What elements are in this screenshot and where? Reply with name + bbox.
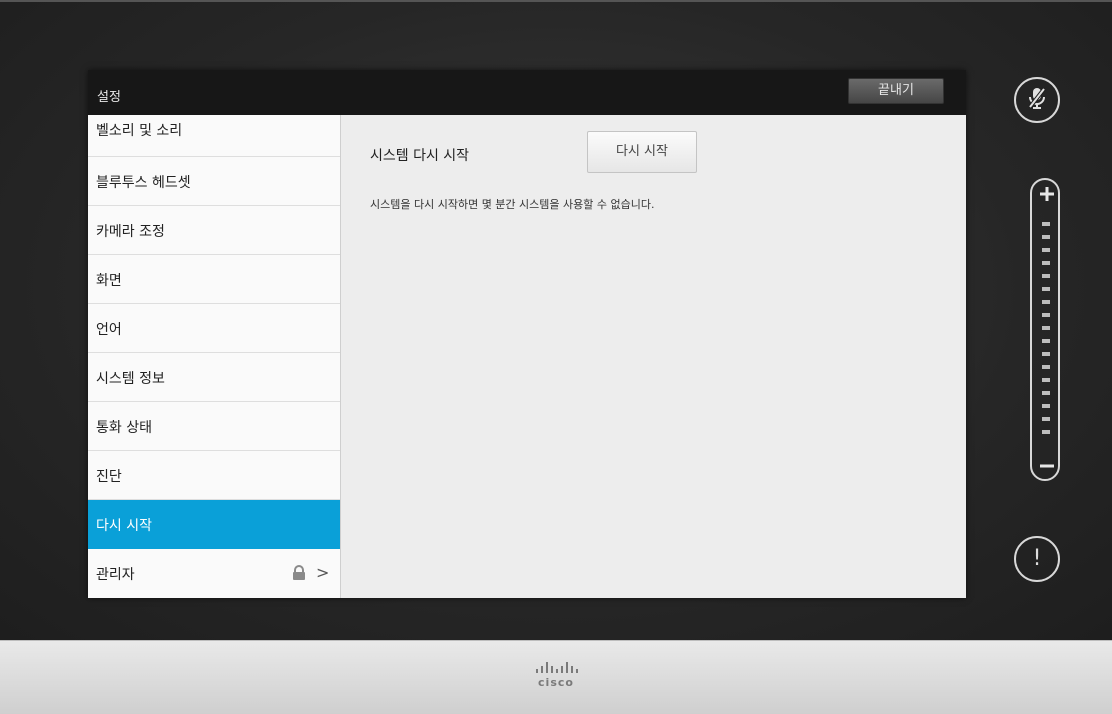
settings-panel: 설정 끝내기 벨소리 및 소리 블루투스 헤드셋 카메라 조정 화면 언어 시스…	[88, 70, 966, 598]
top-divider	[0, 0, 1112, 2]
chevron-right-icon: >	[316, 563, 330, 582]
minus-icon[interactable]	[1040, 458, 1054, 472]
sidebar-item-restart[interactable]: 다시 시작	[88, 500, 340, 549]
restart-setting-label: 시스템 다시 시작	[370, 148, 470, 164]
sidebar-item-language[interactable]: 언어	[88, 304, 340, 353]
lock-icon	[291, 565, 307, 585]
restart-button[interactable]: 다시 시작	[587, 131, 697, 173]
sidebar: 벨소리 및 소리 블루투스 헤드셋 카메라 조정 화면 언어 시스템 정보 통화…	[88, 115, 341, 598]
plus-icon[interactable]	[1040, 186, 1054, 201]
cisco-logo: cisco	[526, 661, 586, 701]
sidebar-item-label: 시스템 정보	[96, 371, 165, 387]
sidebar-item-system-info[interactable]: 시스템 정보	[88, 353, 340, 402]
cisco-bars-icon	[536, 662, 578, 673]
content-area: 시스템 다시 시작 다시 시작 시스템을 다시 시작하면 몇 분간 시스템을 사…	[341, 115, 966, 598]
cisco-wordmark: cisco	[538, 676, 574, 689]
mute-button[interactable]	[1014, 77, 1060, 123]
alert-button[interactable]: !	[1014, 536, 1060, 582]
sidebar-item-label: 언어	[96, 322, 122, 338]
restart-description: 시스템을 다시 시작하면 몇 분간 시스템을 사용할 수 없습니다.	[370, 198, 655, 211]
sidebar-item-bluetooth[interactable]: 블루투스 헤드셋	[88, 157, 340, 206]
sidebar-item-administrator[interactable]: 관리자 >	[88, 549, 340, 598]
sidebar-item-label: 벨소리 및 소리	[96, 123, 183, 139]
exit-button[interactable]: 끝내기	[848, 78, 944, 104]
page-title: 설정	[97, 90, 121, 105]
volume-level-ticks[interactable]	[1042, 222, 1050, 442]
sidebar-item-display[interactable]: 화면	[88, 255, 340, 304]
sidebar-item-camera[interactable]: 카메라 조정	[88, 206, 340, 255]
microphone-muted-icon	[1026, 86, 1048, 114]
sidebar-item-label: 카메라 조정	[96, 224, 165, 240]
sidebar-item-label: 다시 시작	[96, 518, 152, 534]
sidebar-item-diagnostics[interactable]: 진단	[88, 451, 340, 500]
sidebar-item-label: 관리자	[96, 567, 135, 583]
sidebar-item-label: 진단	[96, 469, 122, 485]
sidebar-item-call-status[interactable]: 통화 상태	[88, 402, 340, 451]
volume-control	[1030, 178, 1060, 481]
sidebar-item-label: 통화 상태	[96, 420, 152, 436]
exclamation-icon: !	[1032, 546, 1042, 571]
sidebar-item-label: 화면	[96, 273, 122, 289]
sidebar-item-label: 블루투스 헤드셋	[96, 175, 191, 191]
sidebar-item-ringtones[interactable]: 벨소리 및 소리	[88, 108, 340, 157]
